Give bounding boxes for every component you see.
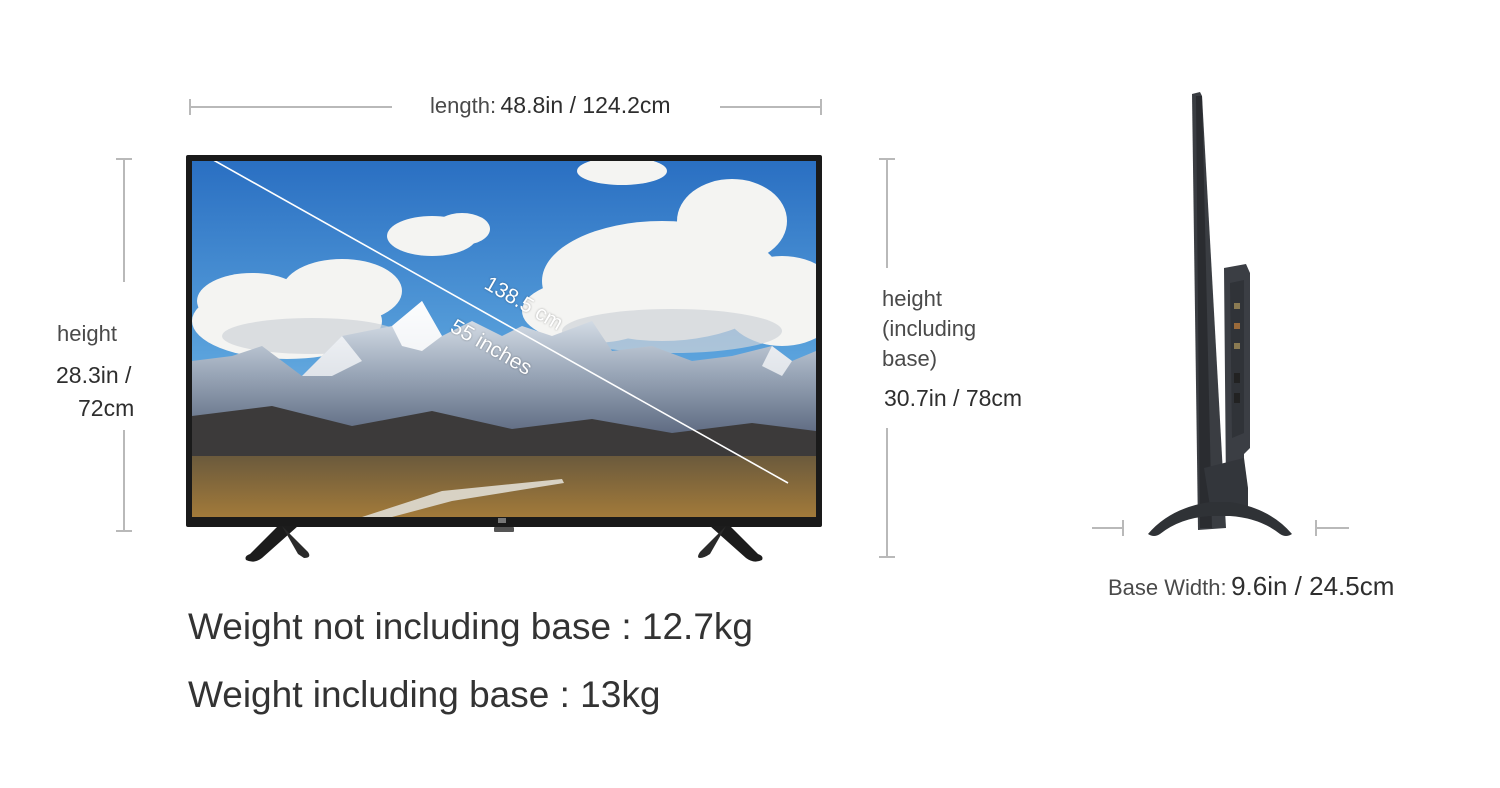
height-left-line-top xyxy=(123,158,125,282)
base-width-tick-left xyxy=(1122,520,1124,536)
length-label-group: length: 48.8in / 124.2cm xyxy=(430,92,671,119)
height-left-label: height xyxy=(57,321,117,346)
height-right-line-top xyxy=(886,158,888,268)
height-right-label-1: height xyxy=(882,286,942,311)
landscape-image xyxy=(192,161,816,517)
length-line-right xyxy=(720,106,822,108)
left-foot-icon xyxy=(245,526,310,562)
tv-screen xyxy=(192,161,816,517)
tv-side-view-icon xyxy=(1148,92,1292,536)
base-width-value: 9.6in / 24.5cm xyxy=(1231,571,1395,601)
length-line-left xyxy=(189,106,392,108)
base-width-line-left xyxy=(1092,527,1124,529)
height-left-line-bottom xyxy=(123,430,125,532)
height-right-value: 30.7in / 78cm xyxy=(884,385,1023,411)
base-width-line-right xyxy=(1315,527,1349,529)
length-label: length: xyxy=(430,93,497,118)
length-tick-right xyxy=(820,99,822,115)
right-foot-icon xyxy=(698,526,763,562)
length-value: 48.8in / 124.2cm xyxy=(500,92,671,118)
ir-sensor xyxy=(494,527,514,532)
height-right-line-bottom xyxy=(886,428,888,558)
height-left-tick-bottom xyxy=(116,530,132,532)
weight-including-base: Weight including base : 13kg xyxy=(188,674,661,715)
height-right-tick-bottom xyxy=(879,556,895,558)
height-left-value-cm: 72cm xyxy=(78,395,135,421)
brand-logo-icon xyxy=(498,518,506,523)
height-left-value-in: 28.3in / xyxy=(56,362,132,388)
base-width-label-group: Base Width: 9.6in / 24.5cm xyxy=(1108,571,1394,602)
height-right-label-3: base) xyxy=(882,346,938,371)
weight-not-including-base: Weight not including base : 12.7kg xyxy=(188,606,753,647)
base-width-label: Base Width: xyxy=(1108,575,1227,600)
height-right-label-2: (including xyxy=(882,316,977,341)
